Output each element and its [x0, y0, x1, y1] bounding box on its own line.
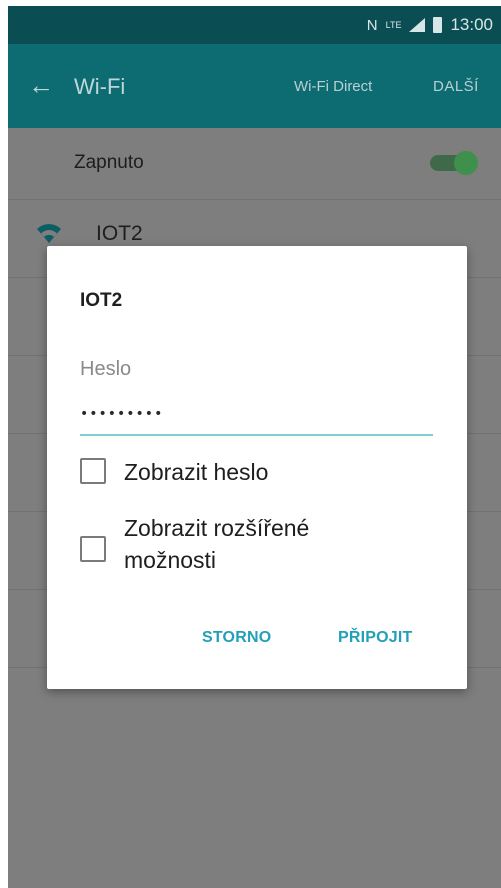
advanced-options-option[interactable]: Zobrazit rozšířené možnosti — [80, 512, 364, 576]
show-password-label: Zobrazit heslo — [124, 459, 269, 485]
app-bar: ← Wi-Fi Wi-Fi Direct DALŠÍ — [8, 44, 501, 128]
more-button[interactable]: DALŠÍ — [433, 78, 479, 95]
show-password-checkbox[interactable] — [80, 458, 106, 484]
battery-icon — [433, 17, 443, 33]
status-bar: N LTE 13:00 — [8, 6, 501, 44]
arrow-left-icon[interactable]: ← — [28, 70, 54, 101]
cancel-button[interactable]: STORNO — [202, 629, 271, 647]
phone-screen: N LTE 13:00 ← Wi-Fi Wi-Fi Direct DALŠÍ Z… — [8, 6, 501, 888]
lte-icon: LTE — [385, 19, 402, 30]
password-label: Heslo — [80, 358, 132, 380]
network-name: IOT2 — [96, 222, 143, 245]
wifi-icon — [37, 224, 61, 243]
switch-thumb — [454, 151, 478, 175]
advanced-options-label: Zobrazit rozšířené možnosti — [124, 515, 310, 573]
clock: 13:00 — [450, 15, 493, 34]
wifi-direct-button[interactable]: Wi-Fi Direct — [294, 78, 372, 95]
connect-button[interactable]: PŘIPOJIT — [338, 629, 413, 647]
show-password-option[interactable]: Zobrazit heslo — [80, 456, 268, 488]
advanced-options-checkbox[interactable] — [80, 536, 106, 562]
page-title: Wi-Fi — [74, 74, 126, 99]
signal-icon — [409, 18, 426, 32]
wifi-toggle-label: Zapnuto — [74, 152, 144, 173]
wifi-switch[interactable] — [430, 151, 478, 175]
password-input[interactable] — [80, 394, 433, 436]
dialog-title: IOT2 — [80, 290, 123, 311]
wifi-toggle-row[interactable]: Zapnuto — [8, 128, 501, 200]
connect-dialog: IOT2 Heslo Zobrazit heslo Zobrazit rozší… — [47, 246, 467, 689]
nfc-icon: N — [366, 16, 378, 34]
